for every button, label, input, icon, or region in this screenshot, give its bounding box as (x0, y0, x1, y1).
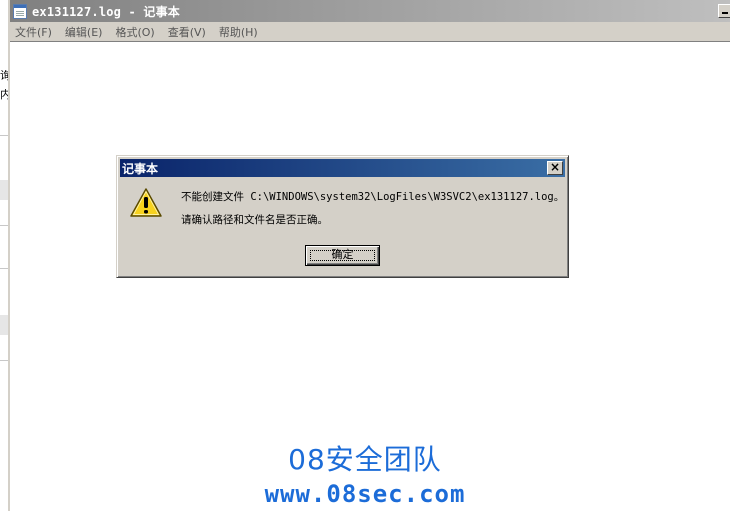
error-message-line: 不能创建文件 C:\WINDOWS\system32\LogFiles\W3SV… (181, 191, 565, 203)
menu-help[interactable]: 帮助(H) (215, 24, 262, 40)
dialog-titlebar[interactable]: 记事本 × (120, 159, 565, 177)
menu-file[interactable]: 文件(F) (11, 24, 56, 40)
menu-edit[interactable]: 编辑(E) (61, 24, 107, 40)
ok-button-label: 确定 (331, 248, 354, 261)
warning-icon (130, 188, 162, 217)
window-title: ex131127.log - 记事本 (32, 4, 180, 19)
watermark-url: www.08sec.com (264, 480, 466, 508)
divider (0, 225, 8, 226)
dialog-message: 不能创建文件 C:\WINDOWS\system32\LogFiles\W3SV… (181, 186, 564, 232)
divider (0, 135, 8, 136)
close-icon: × (549, 160, 561, 174)
ok-button[interactable]: 确定 (305, 245, 380, 266)
hint-message-line: 请确认路径和文件名是否正确。 (181, 214, 328, 226)
notepad-icon[interactable] (13, 3, 27, 19)
close-button[interactable]: × (547, 161, 563, 175)
minimize-button[interactable] (718, 4, 730, 18)
window-titlebar[interactable]: ex131127.log - 记事本 (10, 0, 730, 22)
background-text-fragment: 询 (0, 70, 8, 81)
divider (0, 268, 8, 269)
error-dialog: 记事本 × 不能创建文件 C:\WINDOWS\system32\LogFile… (116, 155, 569, 278)
menu-bar: 文件(F) 编辑(E) 格式(O) 查看(V) 帮助(H) (10, 22, 730, 42)
dialog-title: 记事本 (122, 161, 159, 176)
divider (0, 360, 8, 361)
desktop: 询 内 ex131127.log - 记事本 文件(F) 编辑(E) 格式(O)… (0, 0, 730, 511)
watermark-team-name: 08安全团队 (288, 443, 442, 476)
background-text-fragment: 内 (0, 89, 8, 100)
menu-view[interactable]: 查看(V) (164, 24, 210, 40)
menu-format[interactable]: 格式(O) (111, 24, 158, 40)
background-panel (0, 315, 8, 335)
background-panel (0, 180, 8, 200)
